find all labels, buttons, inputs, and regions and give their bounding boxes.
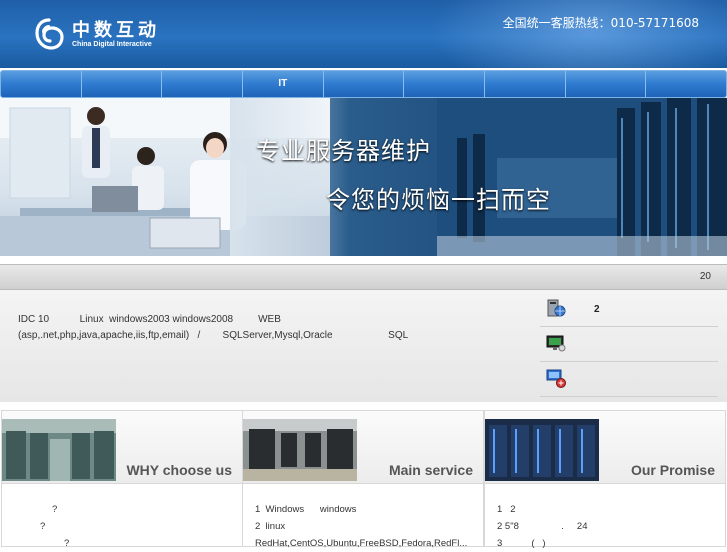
logo-chinese-name[interactable]: 中数互动 [72, 16, 160, 42]
nav-item-8[interactable] [566, 71, 647, 97]
server-room-photo [243, 419, 357, 481]
company-intro: IDC 10 Linux windows2003 windows2008 WEB… [0, 290, 727, 402]
panel-title[interactable]: Our Promise [631, 462, 715, 478]
panel-line: ? [64, 538, 70, 549]
banner-slogan-line1: 专业服务器维护 [256, 137, 431, 165]
panel-body: 1 2 2 5"8 . 24 3 ( ) [497, 501, 717, 552]
service-label: 2 [594, 304, 600, 315]
server-globe-icon [547, 299, 566, 317]
panel-line: ? [52, 504, 58, 515]
why-choose-us-panel: WHY choose us ? ? ? [1, 410, 243, 549]
intro-line: IDC 10 Linux windows2003 windows2008 WEB [18, 314, 281, 325]
company-logo-icon[interactable] [34, 17, 64, 51]
panel-line: RedHat,CentOS,Ubuntu,FreeBSD,Fedora,RedF… [255, 538, 468, 549]
panel-body: ? ? ? [14, 501, 234, 552]
panel-title[interactable]: WHY choose us [126, 462, 232, 478]
panel-header: WHY choose us [2, 411, 242, 484]
header-glow [430, 0, 727, 68]
network-shield-icon [546, 369, 566, 388]
service-item-2[interactable] [540, 327, 718, 362]
main-service-panel: Main service 1 Windows windows 2 linux R… [242, 410, 484, 549]
panel-title[interactable]: Main service [389, 462, 473, 478]
server-racks-photo [485, 419, 599, 481]
panel-line: 1 2 [497, 504, 516, 515]
banner-fade [230, 98, 350, 256]
nav-item-2[interactable] [82, 71, 163, 97]
section-number: 20 [699, 271, 711, 282]
intro-text: IDC 10 Linux windows2003 windows2008 WEB… [18, 312, 528, 344]
nav-item-3[interactable] [162, 71, 244, 97]
panel-body: 1 Windows windows 2 linux RedHat,CentOS,… [255, 501, 475, 552]
monitor-gear-icon [546, 335, 566, 352]
datacenter-aisle-photo [2, 419, 116, 481]
panel-line: 1 Windows windows [255, 504, 357, 515]
panel-header: Main service [243, 411, 483, 484]
nav-item-9[interactable] [646, 71, 726, 97]
site-header: 中数互动 China Digital Interactive 全国统一客服热线：… [0, 0, 727, 68]
nav-item-5[interactable] [324, 71, 405, 97]
panel-line: 2 linux [255, 521, 286, 532]
nav-item-6[interactable] [404, 71, 486, 97]
panel-line: 3 ( ) [497, 538, 546, 549]
our-promise-panel: Our Promise 1 2 2 5"8 . 24 3 ( ) [484, 410, 726, 549]
panel-line: ? [40, 521, 46, 532]
panel-header: Our Promise [485, 411, 725, 484]
nav-item-1[interactable] [1, 71, 82, 97]
hero-banner[interactable]: 1 2 3 4 5 [0, 98, 727, 256]
nav-item-7[interactable] [485, 71, 566, 97]
service-item-1[interactable]: 2 [540, 292, 718, 327]
main-nav: IT [0, 70, 727, 98]
nav-item-it[interactable]: IT [243, 71, 324, 97]
server-racks-illustration [437, 98, 727, 256]
banner-slogan-line2: 令您的烦恼一扫而空 [326, 186, 551, 214]
service-hotline: 全国统一客服热线：010-57171608 [502, 16, 699, 30]
service-item-3[interactable] [540, 362, 718, 397]
logo-english-name[interactable]: China Digital Interactive [72, 41, 152, 48]
section-title-bar: 20 [0, 264, 727, 290]
intro-line: (asp,.net,php,java,apache,iis,ftp,email)… [18, 330, 409, 341]
panel-line: 2 5"8 . 24 [497, 521, 588, 532]
